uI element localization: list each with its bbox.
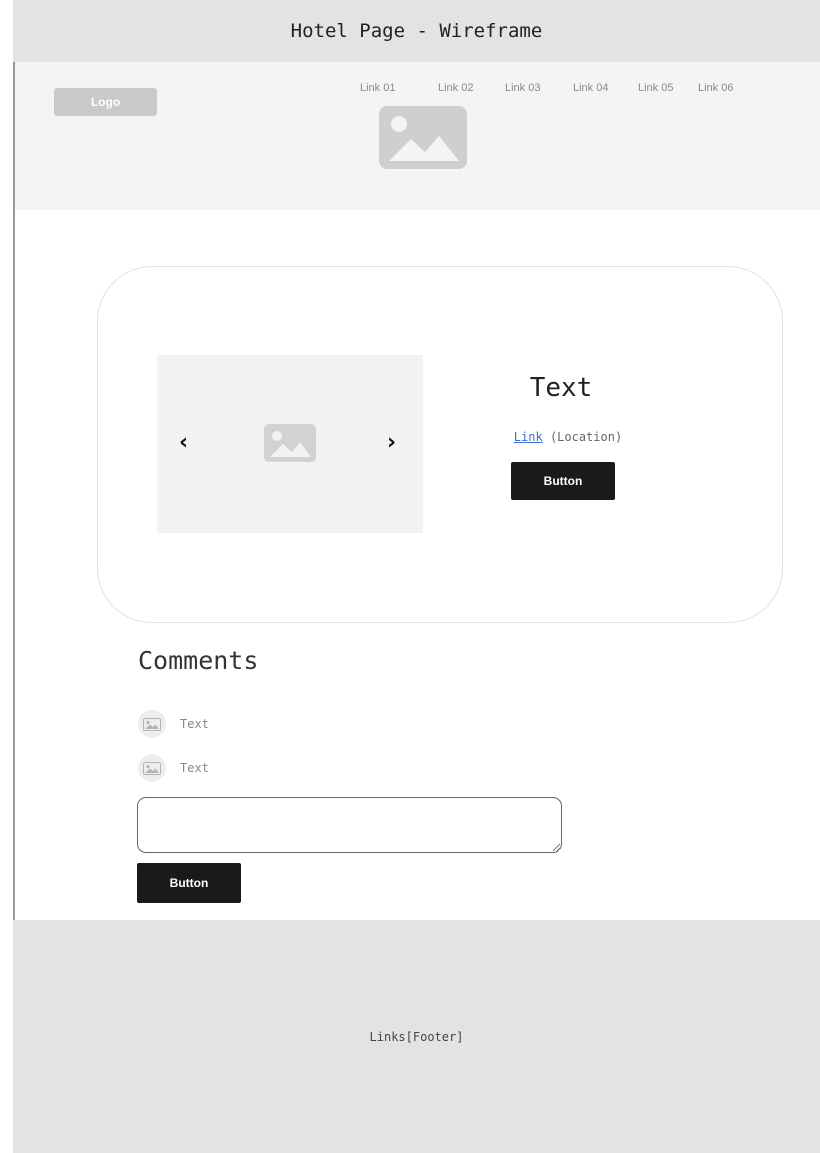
location-link[interactable]: Link — [514, 430, 543, 444]
hotel-card: ‹ › Text Link (Location) Button — [97, 266, 783, 623]
comment-input[interactable] — [137, 797, 562, 853]
image-placeholder-icon — [143, 717, 161, 731]
window-title-bar: Hotel Page - Wireframe — [13, 0, 820, 63]
comments-heading: Comments — [138, 646, 259, 675]
chevron-right-icon[interactable]: › — [387, 430, 396, 455]
site-header: Logo Link 01 Link 02 Link 03 Link 04 Lin… — [15, 62, 820, 210]
nav-link-04[interactable]: Link 04 — [573, 82, 608, 94]
comment-item: Text — [138, 710, 209, 738]
location-line: Link (Location) — [448, 430, 688, 444]
comment-item: Text — [138, 754, 209, 782]
card-button[interactable]: Button — [511, 462, 615, 500]
image-placeholder-icon — [377, 104, 469, 171]
location-label: (Location) — [549, 430, 623, 444]
nav-link-06[interactable]: Link 06 — [698, 82, 733, 94]
chevron-left-icon[interactable]: ‹ — [179, 430, 188, 455]
submit-comment-button[interactable]: Button — [137, 863, 241, 903]
nav-link-02[interactable]: Link 02 — [438, 82, 473, 94]
comment-text: Text — [180, 761, 209, 775]
footer-links[interactable]: Links[Footer] — [370, 1030, 464, 1044]
image-carousel: ‹ › — [157, 355, 423, 533]
window-title: Hotel Page - Wireframe — [290, 20, 543, 42]
nav-link-01[interactable]: Link 01 — [360, 82, 395, 94]
avatar — [138, 710, 166, 738]
nav-link-03[interactable]: Link 03 — [505, 82, 540, 94]
logo[interactable]: Logo — [54, 88, 157, 116]
image-placeholder-icon — [143, 761, 161, 775]
hotel-title: Text — [529, 373, 593, 403]
page-frame: Logo Link 01 Link 02 Link 03 Link 04 Lin… — [13, 62, 820, 920]
comment-text: Text — [180, 717, 209, 731]
image-placeholder-icon — [263, 423, 317, 463]
nav-link-05[interactable]: Link 05 — [638, 82, 673, 94]
avatar — [138, 754, 166, 782]
footer: Links[Footer] — [13, 920, 820, 1153]
